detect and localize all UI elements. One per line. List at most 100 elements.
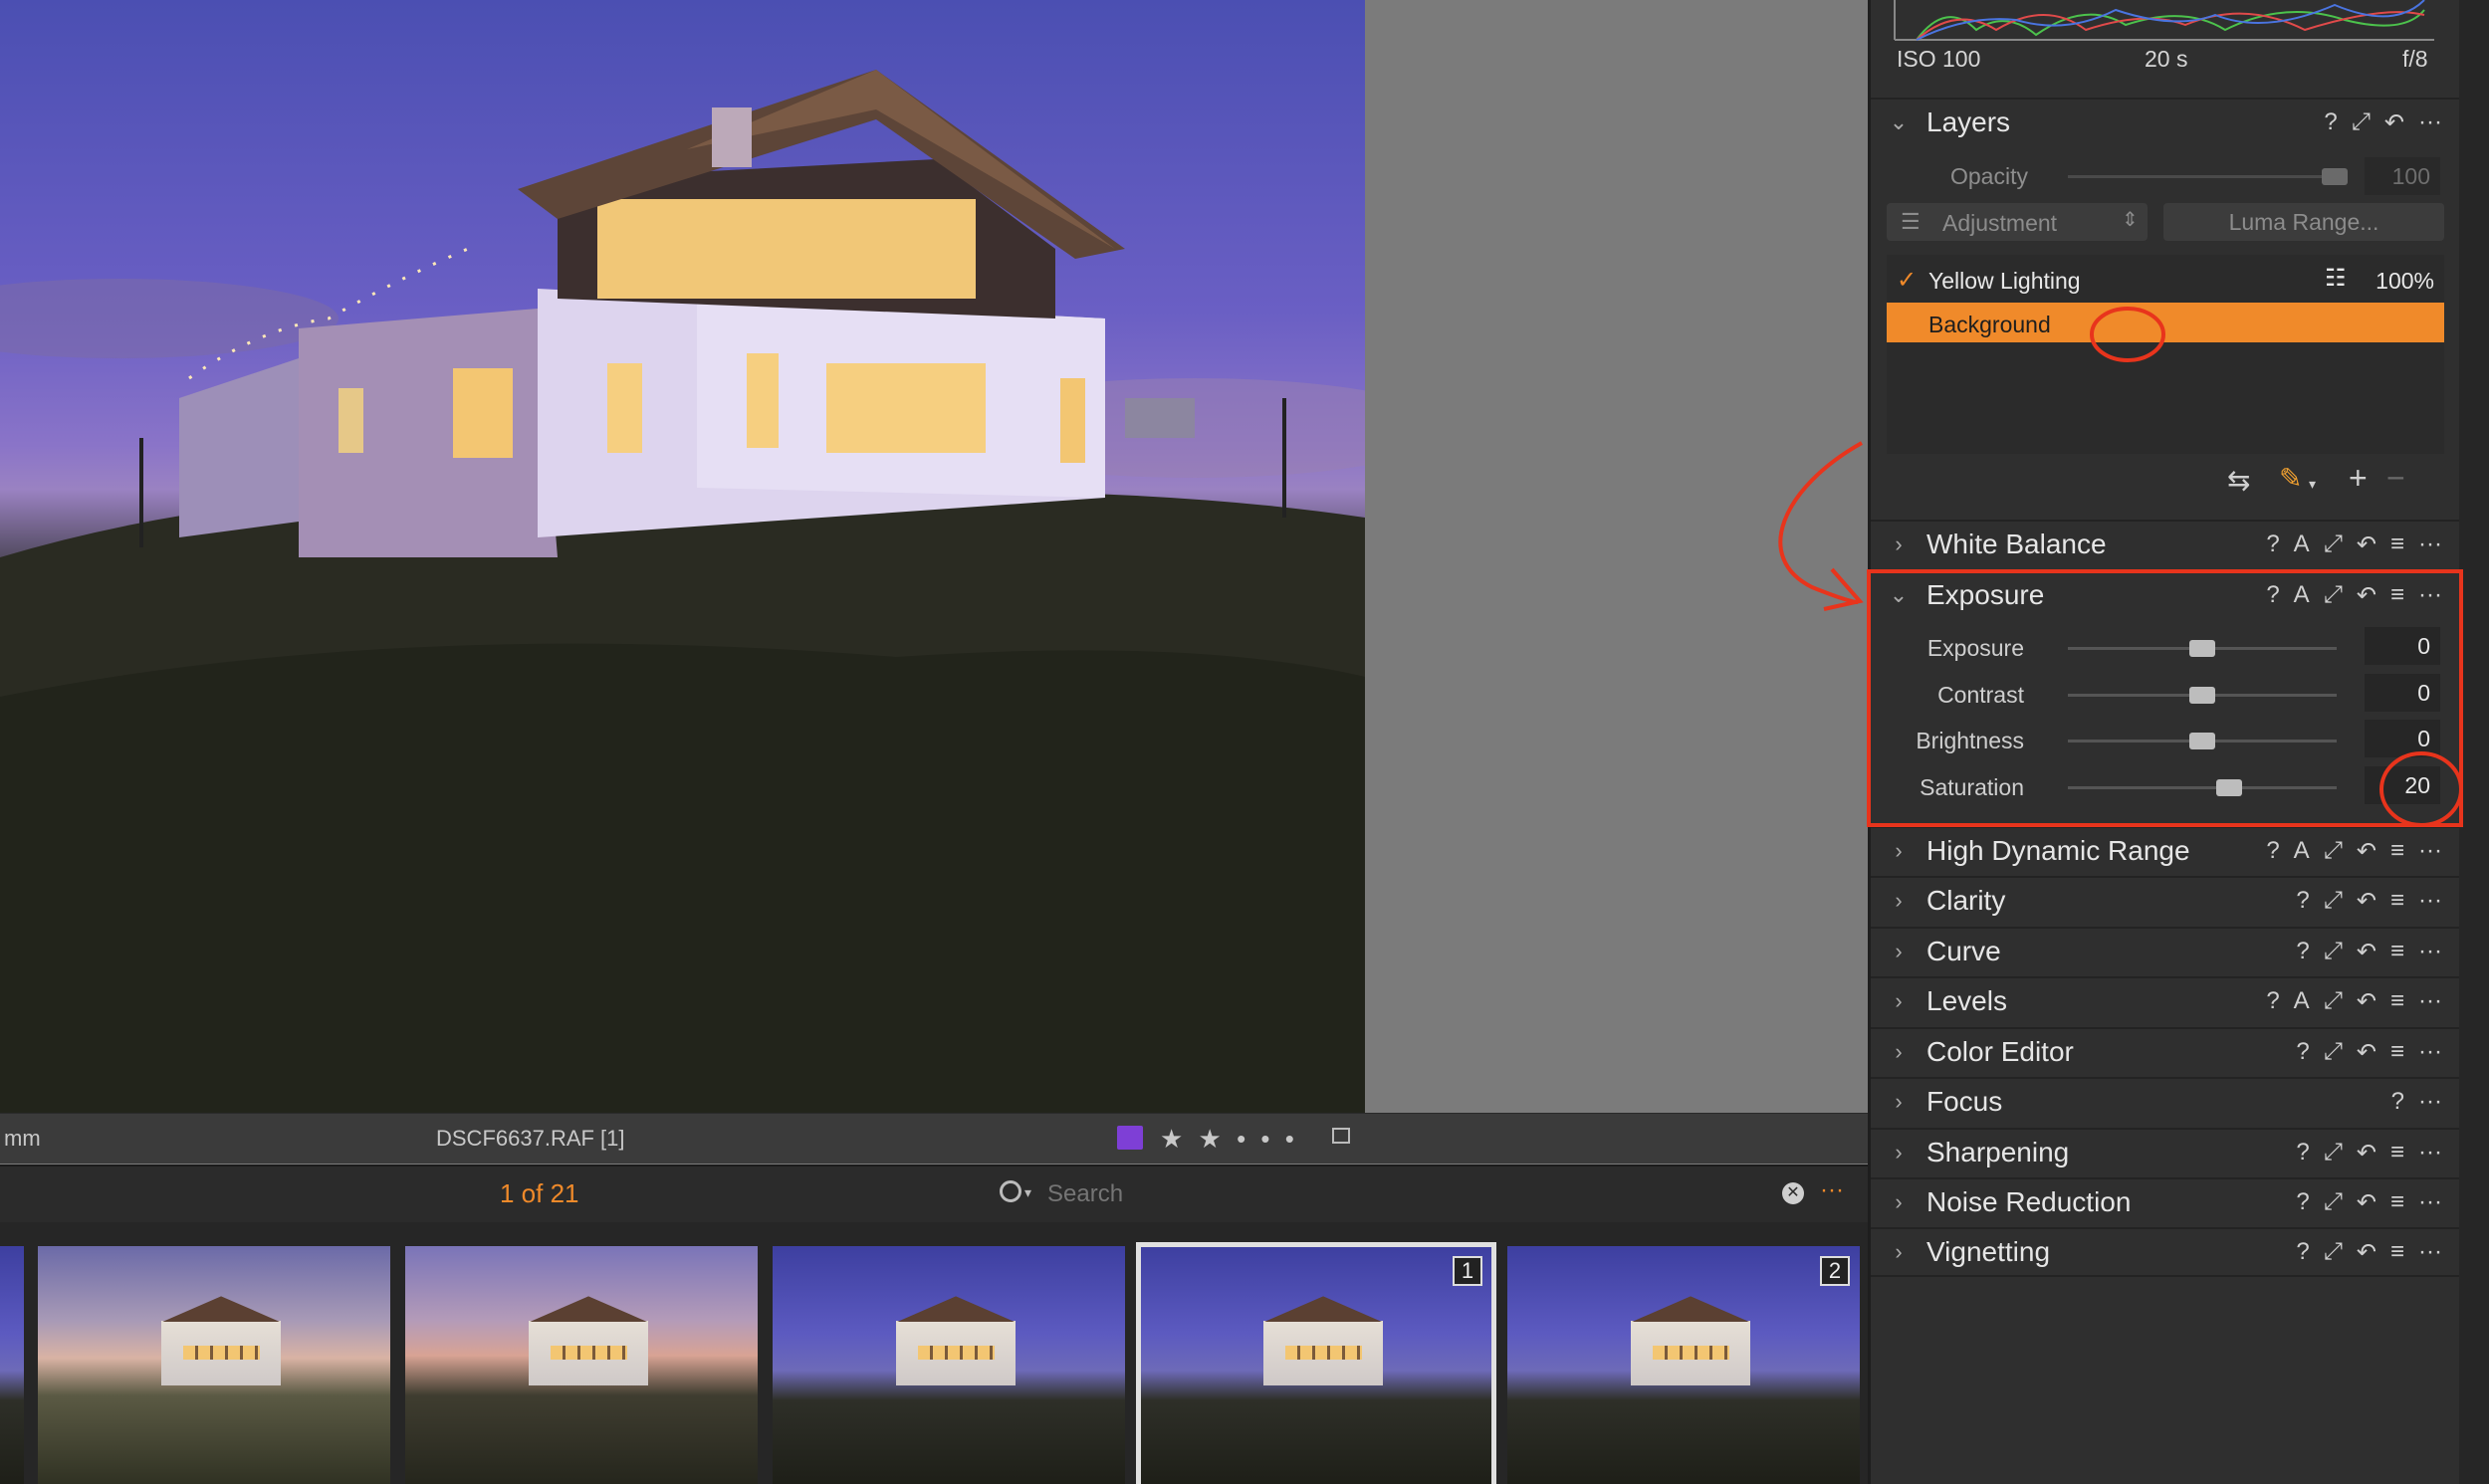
levels-tool-header[interactable]: › Levels ? A ⤢ ↶ ≡ ··· <box>1871 976 2462 1024</box>
auto-icon[interactable]: A <box>2294 581 2310 610</box>
slider-value[interactable]: 0 <box>2365 627 2440 665</box>
reset-icon[interactable]: ↶ <box>2357 1238 2376 1267</box>
checkmark-icon[interactable]: ✓ <box>1897 266 1917 295</box>
reset-icon[interactable]: ↶ <box>2357 1139 2376 1167</box>
thumbnail[interactable] <box>773 1246 1125 1484</box>
slider-knob[interactable] <box>2189 640 2215 657</box>
layer-item-yellow-lighting[interactable]: ✓ Yellow Lighting ☷ 100% <box>1887 259 2444 299</box>
color-tag[interactable] <box>1117 1126 1143 1150</box>
reset-icon[interactable]: ↶ <box>2357 887 2376 916</box>
thumbnail[interactable]: 2 <box>1507 1246 1860 1484</box>
reset-icon[interactable]: ↶ <box>2357 938 2376 966</box>
presets-icon[interactable]: ≡ <box>2390 837 2404 866</box>
search-dropdown-icon[interactable]: ▾ <box>1024 1184 1031 1201</box>
opacity-slider[interactable] <box>2068 168 2348 185</box>
more-options-icon[interactable]: ··· <box>2418 887 2442 916</box>
chevron-right-icon[interactable]: › <box>1871 1140 1926 1166</box>
more-options-icon[interactable]: ··· <box>2418 530 2442 559</box>
chevron-right-icon[interactable]: › <box>1871 1239 1926 1265</box>
slider-knob[interactable] <box>2189 687 2215 704</box>
reset-icon[interactable]: ↶ <box>2357 837 2376 866</box>
copy-apply-icon[interactable]: ⤢ <box>2324 938 2343 966</box>
chevron-right-icon[interactable]: › <box>1871 939 1926 964</box>
slider-value[interactable]: 20 <box>2365 766 2440 804</box>
copy-apply-icon[interactable]: ⤢ <box>2324 581 2343 610</box>
slider-knob[interactable] <box>2189 733 2215 749</box>
help-icon[interactable]: ? <box>2266 530 2279 559</box>
search-input[interactable] <box>1045 1176 1766 1212</box>
luma-range-button[interactable]: Luma Range... <box>2163 203 2444 241</box>
auto-icon[interactable]: A <box>2294 987 2310 1016</box>
presets-icon[interactable]: ≡ <box>2390 530 2404 559</box>
metadata-icon[interactable] <box>1332 1128 1350 1144</box>
reset-icon[interactable]: ↶ <box>2357 581 2376 610</box>
reset-icon[interactable]: ↶ <box>2357 1038 2376 1067</box>
help-icon[interactable]: ? <box>2266 581 2279 610</box>
slider-value[interactable]: 0 <box>2365 674 2440 712</box>
copy-apply-icon[interactable]: ⤢ <box>2324 887 2343 916</box>
help-icon[interactable]: ? <box>2324 108 2337 137</box>
reset-icon[interactable]: ↶ <box>2384 108 2404 137</box>
contrast-slider[interactable] <box>2068 687 2337 704</box>
thumbnail[interactable] <box>405 1246 758 1484</box>
thumbnail-selected[interactable]: 1 <box>1136 1242 1496 1484</box>
slider-knob[interactable] <box>2216 779 2242 796</box>
white-balance-tool-header[interactable]: › White Balance ? A ⤢ ↶ ≡ ··· <box>1871 520 2462 567</box>
thumbnail[interactable] <box>0 1246 24 1484</box>
presets-icon[interactable]: ≡ <box>2390 887 2404 916</box>
copy-apply-icon[interactable]: ⤢ <box>2324 987 2343 1016</box>
chevron-right-icon[interactable]: › <box>1871 838 1926 864</box>
opacity-value[interactable]: 100 <box>2365 157 2440 195</box>
clear-search-icon[interactable]: ✕ <box>1782 1182 1804 1204</box>
chevron-down-icon[interactable]: ⌄ <box>1871 109 1926 135</box>
copy-apply-icon[interactable]: ⤢ <box>2324 1238 2343 1267</box>
chevron-right-icon[interactable]: › <box>1871 888 1926 914</box>
help-icon[interactable]: ? <box>2296 1139 2309 1167</box>
hdr-tool-header[interactable]: › High Dynamic Range ? A ⤢ ↶ ≡ ··· <box>1871 826 2462 874</box>
exposure-tool-header[interactable]: ⌄ Exposure ? A ⤢ ↶ ≡ ··· <box>1871 570 2462 618</box>
copy-apply-icon[interactable]: ⤢ <box>2324 1139 2343 1167</box>
swap-layers-icon[interactable]: ⇆ <box>2227 464 2250 497</box>
more-options-icon[interactable]: ··· <box>2418 1038 2442 1067</box>
chevron-right-icon[interactable]: › <box>1871 1089 1926 1115</box>
help-icon[interactable]: ? <box>2296 887 2309 916</box>
help-icon[interactable]: ? <box>2296 1038 2309 1067</box>
more-options-icon[interactable]: ··· <box>2418 1238 2442 1267</box>
chevron-down-icon[interactable]: ⌄ <box>1871 582 1926 608</box>
more-options-icon[interactable]: ··· <box>2418 581 2442 610</box>
reset-icon[interactable]: ↶ <box>2357 530 2376 559</box>
more-options-icon[interactable]: ··· <box>2418 1188 2442 1217</box>
layer-item-background[interactable]: Background <box>1887 303 2444 342</box>
copy-apply-icon[interactable]: ⤢ <box>2352 108 2371 137</box>
chevron-right-icon[interactable]: › <box>1871 988 1926 1014</box>
sharpening-tool-header[interactable]: › Sharpening ? ⤢ ↶ ≡ ··· <box>1871 1128 2462 1175</box>
chevron-right-icon[interactable]: › <box>1871 531 1926 557</box>
presets-icon[interactable]: ≡ <box>2390 1188 2404 1217</box>
more-options-icon[interactable]: ··· <box>2418 1088 2442 1116</box>
brush-icon[interactable]: ✎ <box>2279 462 2302 495</box>
focus-tool-header[interactable]: › Focus ? ··· <box>1871 1077 2462 1125</box>
chevron-right-icon[interactable]: › <box>1871 1039 1926 1065</box>
main-photo[interactable] <box>0 0 1365 1113</box>
presets-icon[interactable]: ≡ <box>2390 1139 2404 1167</box>
reset-icon[interactable]: ↶ <box>2357 1188 2376 1217</box>
clarity-tool-header[interactable]: › Clarity ? ⤢ ↶ ≡ ··· <box>1871 876 2462 924</box>
layers-tool-header[interactable]: ⌄ Layers ? ⤢ ↶ ··· <box>1871 98 2462 145</box>
more-icon[interactable]: ··· <box>1820 1176 1844 1204</box>
presets-icon[interactable]: ≡ <box>2390 581 2404 610</box>
copy-apply-icon[interactable]: ⤢ <box>2324 1038 2343 1067</box>
more-options-icon[interactable]: ··· <box>2418 837 2442 866</box>
noise-reduction-tool-header[interactable]: › Noise Reduction ? ⤢ ↶ ≡ ··· <box>1871 1177 2462 1225</box>
copy-apply-icon[interactable]: ⤢ <box>2324 837 2343 866</box>
help-icon[interactable]: ? <box>2296 1238 2309 1267</box>
presets-icon[interactable]: ≡ <box>2390 987 2404 1016</box>
auto-icon[interactable]: A <box>2294 530 2310 559</box>
more-options-icon[interactable]: ··· <box>2418 108 2442 137</box>
brush-dropdown-icon[interactable]: ▾ <box>2309 476 2316 493</box>
exposure-slider[interactable] <box>2068 640 2337 657</box>
star-rating[interactable]: ★ ★ • • • <box>1160 1124 1298 1155</box>
presets-icon[interactable]: ≡ <box>2390 1038 2404 1067</box>
search-icon[interactable] <box>1000 1180 1021 1202</box>
help-icon[interactable]: ? <box>2266 987 2279 1016</box>
more-options-icon[interactable]: ··· <box>2418 987 2442 1016</box>
